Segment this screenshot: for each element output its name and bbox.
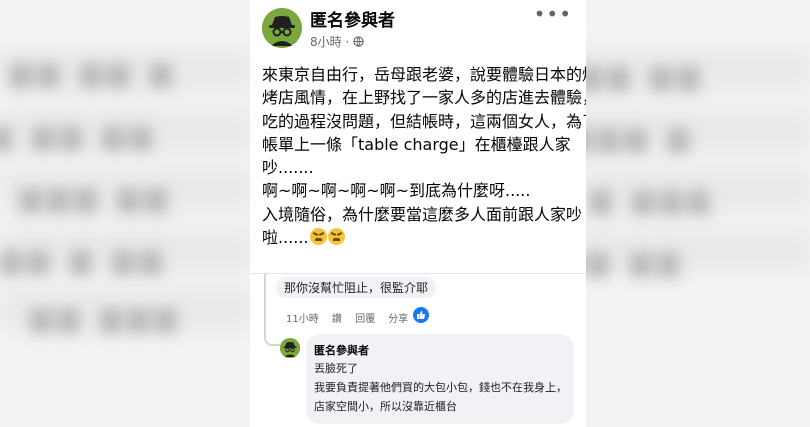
post-line: 啊~啊~啊~啊~啊~到底為什麼呀.....	[262, 181, 531, 201]
comment-section: 那你沒幫忙阻止，很監介耶 11小時 讚 回覆 分享 匿名參與者 丟臉死了 我要負…	[250, 273, 586, 427]
thumbs-up-icon	[417, 311, 426, 319]
comment-text: 那你沒幫忙阻止，很監介耶	[276, 277, 437, 298]
post-line: 帳單上一條「table charge」在櫃檯跟人家	[262, 134, 571, 154]
reply-line: 我要負責提著他們買的大包小包，錢也不在我身上，	[314, 381, 567, 394]
like-action[interactable]: 讚	[332, 314, 342, 325]
post-author[interactable]: 匿名參與者	[310, 6, 395, 31]
reply-bubble: 匿名參與者 丟臉死了 我要負責提著他們買的大包小包，錢也不在我身上， 店家空間小…	[306, 334, 574, 424]
post-line: 吃的過程沒問題，但結帳時，這兩個女人，為了	[262, 111, 586, 131]
globe-icon	[353, 36, 364, 47]
reply-action[interactable]: 回覆	[355, 314, 375, 325]
blurred-background-left: ▆▆ ▆▆ ▆ ▆ ▆▆ ▆▆ ▆▆▆ ▆▆ ▆▆ ▆ ▆▆ ▆▆ ▆▆▆	[0, 0, 250, 427]
post-line-last: 啦......	[262, 226, 580, 249]
avatar[interactable]	[262, 8, 302, 48]
reply-author[interactable]: 匿名參與者	[314, 342, 369, 358]
anonymous-icon	[280, 338, 300, 358]
tired-face-icon	[327, 228, 345, 246]
like-icon[interactable]	[413, 307, 429, 323]
thread-line	[264, 274, 266, 334]
reply-line: 店家空間小，所以沒靠近櫃台	[314, 400, 457, 413]
reply-connector	[264, 330, 280, 346]
anonymous-icon	[262, 8, 302, 48]
reply-avatar[interactable]	[280, 338, 300, 358]
post-line: 烤店風情，在上野找了一家人多的店進去體驗，	[262, 88, 586, 108]
comment-time[interactable]: 11小時	[286, 314, 319, 325]
tired-face-icon	[309, 228, 327, 246]
post-meta: 8小時 ·	[310, 33, 364, 50]
post-card: 匿名參與者 8小時 · ••• 來東京自由行，岳母跟老婆，說要體驗日本的燒 烤店…	[250, 0, 586, 427]
post-body: 來東京自由行，岳母跟老婆，說要體驗日本的燒 烤店風情，在上野找了一家人多的店進去…	[262, 63, 586, 249]
post-line: 來東京自由行，岳母跟老婆，說要體驗日本的燒	[262, 65, 586, 84]
post-line: 入境隨俗，為什麼要當這麼多人面前跟人家吵	[262, 204, 583, 224]
share-action[interactable]: 分享	[388, 314, 408, 325]
post-time[interactable]: 8小時	[310, 35, 342, 49]
post-line-text: 啦......	[262, 228, 309, 248]
post-line: 吵.......	[262, 158, 314, 178]
comment-actions: 11小時 讚 回覆 分享	[286, 310, 418, 325]
more-options-icon[interactable]: •••	[534, 2, 572, 26]
blurred-background-right: ▆▆ ▆▆ ▆▆▆ ▆ ▆ ▆▆▆ ▆▆ ▆▆	[560, 0, 810, 427]
reply-line: 丟臉死了	[314, 362, 358, 375]
separator-dot: ·	[345, 35, 354, 49]
